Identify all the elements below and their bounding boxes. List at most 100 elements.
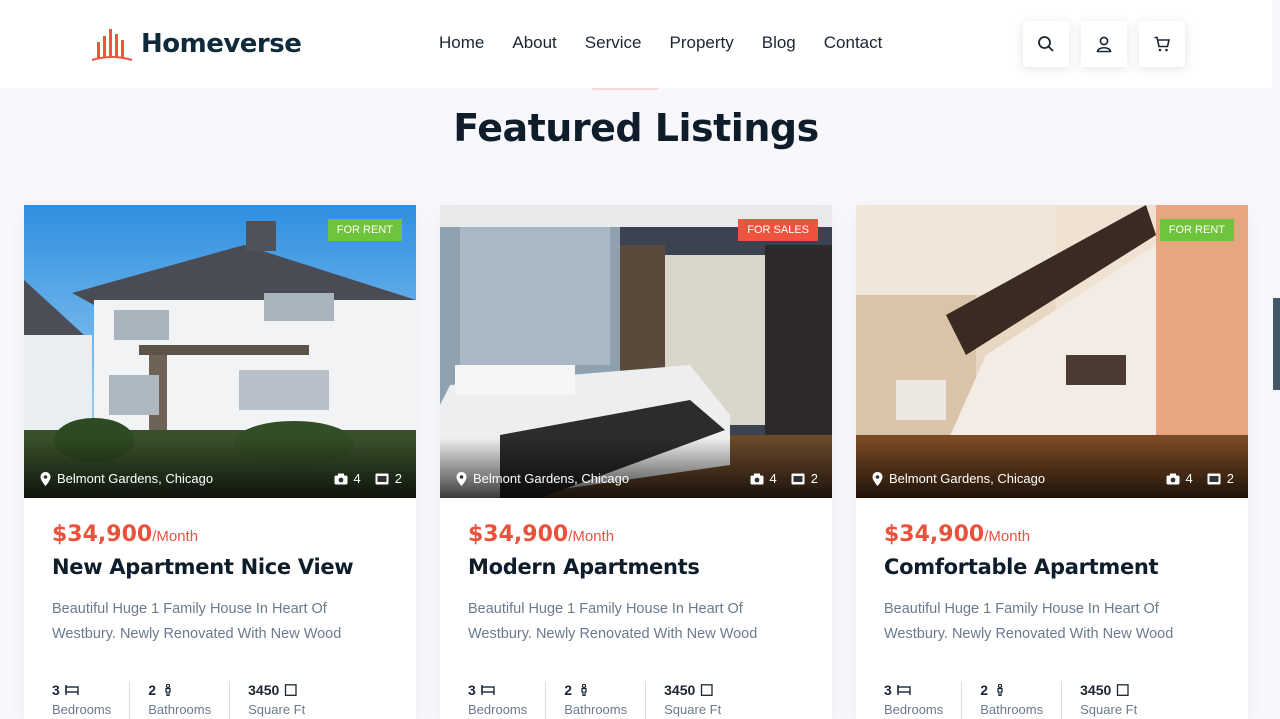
price-value: $34,900 xyxy=(52,522,153,547)
listing-price: $34,900/Month xyxy=(52,522,388,547)
price-value: $34,900 xyxy=(884,522,985,547)
listing-badge: FOR SALES xyxy=(738,219,818,241)
bed-icon xyxy=(897,685,911,695)
nav-home[interactable]: Home xyxy=(439,33,484,53)
page-scrollbar[interactable] xyxy=(1273,298,1280,390)
media-counts: 4 2 xyxy=(1166,471,1234,486)
photo-count: 4 xyxy=(1185,471,1193,486)
account-button[interactable] xyxy=(1081,21,1127,67)
bedrooms-label: Bedrooms xyxy=(52,702,112,717)
location-pin-icon xyxy=(456,471,467,486)
media-counts: 4 2 xyxy=(750,471,818,486)
nav-service[interactable]: Service xyxy=(585,33,642,53)
search-icon xyxy=(1038,36,1054,52)
listing-title[interactable]: New Apartment Nice View xyxy=(52,555,388,579)
listing-location[interactable]: Belmont Gardens, Chicago xyxy=(872,471,1045,486)
listing-location[interactable]: Belmont Gardens, Chicago xyxy=(40,471,213,486)
listing-features: 3 Bedrooms 2 Bathrooms 3450 Square Ft xyxy=(468,682,757,719)
bathrooms-label: Bathrooms xyxy=(980,702,1044,717)
image-overlay xyxy=(440,438,832,498)
camera-icon xyxy=(750,473,764,484)
listing-image[interactable]: FOR RENT Belmont Gardens, Chicago 4 2 xyxy=(24,205,416,498)
square-icon xyxy=(1117,684,1129,696)
area-label: Square Ft xyxy=(1080,702,1138,717)
listing-title[interactable]: Comfortable Apartment xyxy=(884,555,1220,579)
bathrooms-label: Bathrooms xyxy=(564,702,628,717)
video-count: 2 xyxy=(810,471,818,486)
area-label: Square Ft xyxy=(664,702,722,717)
nav-property[interactable]: Property xyxy=(669,33,733,53)
listing-body: $34,900/Month Modern Apartments Beautifu… xyxy=(440,498,832,647)
listing-features: 3 Bedrooms 2 Bathrooms 3450 Square Ft xyxy=(884,682,1173,719)
price-unit: /Month xyxy=(568,528,615,545)
listing-description: Beautiful Huge 1 Family House In Heart O… xyxy=(468,601,758,642)
nav-about[interactable]: About xyxy=(512,33,556,53)
price-unit: /Month xyxy=(152,528,199,545)
listing-location[interactable]: Belmont Gardens, Chicago xyxy=(456,471,629,486)
photo-count: 4 xyxy=(353,471,361,486)
bedrooms-count: 3 xyxy=(52,682,60,698)
bathrooms-count: 2 xyxy=(148,682,157,698)
bedrooms-count: 3 xyxy=(468,682,476,698)
feature-area: 3450 Square Ft xyxy=(664,682,739,719)
camera-icon xyxy=(1166,473,1180,484)
camera-icon xyxy=(334,473,348,484)
nav-contact[interactable]: Contact xyxy=(824,33,883,53)
brand-logo[interactable]: Homeverse xyxy=(91,26,302,62)
video-count: 2 xyxy=(1226,471,1234,486)
listing-image[interactable]: FOR RENT Belmont Gardens, Chicago 4 2 xyxy=(856,205,1248,498)
nav-blog[interactable]: Blog xyxy=(762,33,796,53)
listing-image[interactable]: FOR SALES Belmont Gardens, Chicago 4 2 xyxy=(440,205,832,498)
photo-count: 4 xyxy=(769,471,777,486)
square-icon xyxy=(285,684,297,696)
listing-body: $34,900/Month New Apartment Nice View Be… xyxy=(24,498,416,647)
listing-features: 3 Bedrooms 2 Bathrooms 3450 Square Ft xyxy=(52,682,341,719)
man-icon xyxy=(997,684,1003,696)
image-overlay xyxy=(856,438,1248,498)
listing-description: Beautiful Huge 1 Family House In Heart O… xyxy=(884,601,1174,642)
feature-bathrooms: 2 Bathrooms xyxy=(564,682,647,719)
price-unit: /Month xyxy=(984,528,1031,545)
film-icon xyxy=(1207,473,1221,484)
listing-description: Beautiful Huge 1 Family House In Heart O… xyxy=(52,601,342,642)
listing-title[interactable]: Modern Apartments xyxy=(468,555,804,579)
location-text: Belmont Gardens, Chicago xyxy=(889,471,1046,486)
man-icon xyxy=(581,684,587,696)
location-pin-icon xyxy=(40,471,51,486)
film-icon xyxy=(375,473,389,484)
location-text: Belmont Gardens, Chicago xyxy=(473,471,630,486)
feature-bathrooms: 2 Bathrooms xyxy=(148,682,231,719)
listing-badge: FOR RENT xyxy=(1159,219,1234,241)
video-count: 2 xyxy=(394,471,402,486)
price-value: $34,900 xyxy=(468,522,569,547)
area-value: 3450 xyxy=(664,682,696,698)
listing-price: $34,900/Month xyxy=(884,522,1220,547)
media-counts: 4 2 xyxy=(334,471,402,486)
feature-bathrooms: 2 Bathrooms xyxy=(980,682,1063,719)
cart-button[interactable] xyxy=(1139,21,1185,67)
area-value: 3450 xyxy=(1080,682,1112,698)
cart-icon xyxy=(1154,36,1171,52)
bathrooms-count: 2 xyxy=(980,682,989,698)
bed-icon xyxy=(65,685,79,695)
feature-area: 3450 Square Ft xyxy=(248,682,323,719)
brand-name: Homeverse xyxy=(141,29,302,59)
listing-badge: FOR RENT xyxy=(327,219,402,241)
square-icon xyxy=(701,684,713,696)
area-value: 3450 xyxy=(248,682,280,698)
logo-icon xyxy=(91,29,133,61)
listing-card[interactable]: FOR RENT Belmont Gardens, Chicago 4 2 $3… xyxy=(856,205,1248,719)
section-title: Featured Listings xyxy=(453,106,819,150)
feature-area: 3450 Square Ft xyxy=(1080,682,1155,719)
listing-price: $34,900/Month xyxy=(468,522,804,547)
main-nav: Home About Service Property Blog Contact xyxy=(439,33,882,53)
listing-card[interactable]: FOR SALES Belmont Gardens, Chicago 4 2 $… xyxy=(440,205,832,719)
search-button[interactable] xyxy=(1023,21,1069,67)
site-header: Homeverse Home About Service Property Bl… xyxy=(0,0,1272,88)
image-overlay xyxy=(24,438,416,498)
man-icon xyxy=(165,684,171,696)
feature-bedrooms: 3 Bedrooms xyxy=(468,682,547,719)
listing-body: $34,900/Month Comfortable Apartment Beau… xyxy=(856,498,1248,647)
bathrooms-label: Bathrooms xyxy=(148,702,212,717)
listing-card[interactable]: FOR RENT Belmont Gardens, Chicago 4 2 $3… xyxy=(24,205,416,719)
